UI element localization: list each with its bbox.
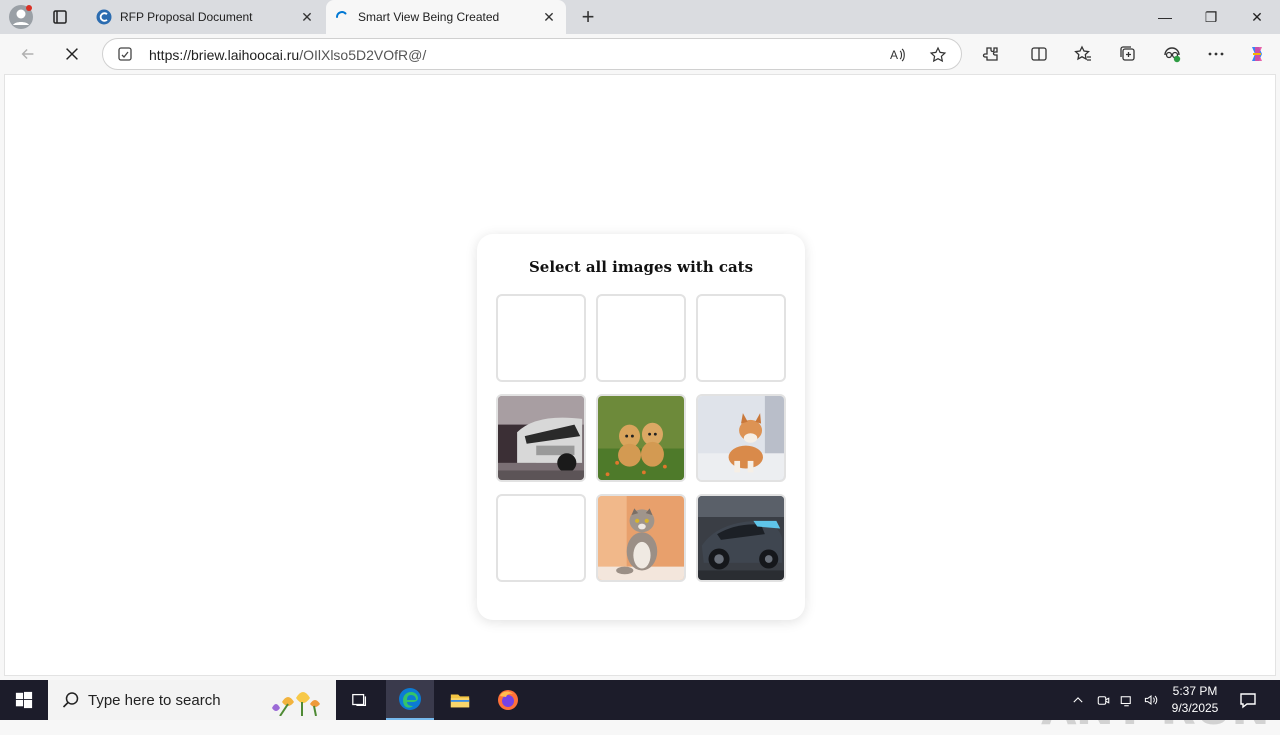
start-button[interactable] xyxy=(0,680,48,720)
puppies-image xyxy=(598,396,684,480)
tab-close-icon[interactable]: ✕ xyxy=(298,8,316,26)
firefox-icon xyxy=(498,690,518,710)
captcha-tile-shiba-dog[interactable] xyxy=(696,394,786,482)
clock-date: 9/3/2025 xyxy=(1171,701,1219,715)
task-view-icon xyxy=(352,693,367,707)
url-host: https://briew.laihoocai.ru xyxy=(149,47,300,63)
captcha-tile-blank[interactable] xyxy=(596,294,686,382)
extensions-icon[interactable] xyxy=(981,44,1001,64)
address-toolbar: https://briew.laihoocai.ru/OIlXlso5D2VOf… xyxy=(0,34,1280,74)
captcha-tile-blank[interactable] xyxy=(696,294,786,382)
captcha-title: Select all images with cats xyxy=(528,258,754,276)
taskbar-edge-app[interactable] xyxy=(386,680,434,720)
search-placeholder: Type here to search xyxy=(88,692,221,709)
shiba-dog-image xyxy=(698,396,784,480)
minimize-button[interactable]: — xyxy=(1142,0,1188,34)
collections-icon[interactable] xyxy=(1118,44,1138,64)
meet-now-icon[interactable] xyxy=(1093,690,1113,710)
stop-loading-button[interactable] xyxy=(58,40,86,68)
favorites-icon[interactable] xyxy=(1073,44,1093,64)
captcha-tile-blank[interactable] xyxy=(496,294,586,382)
notifications-icon[interactable] xyxy=(1238,690,1258,710)
taskbar-file-explorer[interactable] xyxy=(436,680,484,720)
captcha-tile-sports-car[interactable] xyxy=(696,494,786,582)
url-path: /OIlXlso5D2VOfR@/ xyxy=(299,47,427,63)
clock-time: 5:37 PM xyxy=(1172,684,1218,698)
copilot-icon[interactable] xyxy=(1247,44,1267,64)
tab-title: Smart View Being Created xyxy=(358,10,500,24)
url-text[interactable]: https://briew.laihoocai.ru/OIlXlso5D2VOf… xyxy=(149,47,426,63)
favorite-star-icon[interactable] xyxy=(929,46,947,64)
new-tab-button[interactable]: + xyxy=(576,4,600,30)
captcha-tile-blank[interactable] xyxy=(496,494,586,582)
captcha-card: Select all images with cats xyxy=(477,234,805,620)
tab-smart-view[interactable]: Smart View Being Created ✕ xyxy=(326,0,566,34)
read-aloud-icon[interactable]: A xyxy=(889,46,907,64)
folder-icon xyxy=(450,694,470,708)
captcha-tile-puppies[interactable] xyxy=(596,394,686,482)
site-info-icon[interactable] xyxy=(117,46,133,62)
network-icon[interactable] xyxy=(1116,690,1136,710)
taskbar-clock[interactable]: 5:37 PM 9/3/2025 xyxy=(1166,683,1224,717)
edge-c-icon xyxy=(96,9,112,25)
captcha-tile-cat[interactable] xyxy=(596,494,686,582)
cars-image xyxy=(498,396,584,480)
svg-text:A: A xyxy=(890,48,898,62)
search-highlight-flowers-icon xyxy=(260,684,330,717)
captcha-tile-cars[interactable] xyxy=(496,394,586,482)
search-icon xyxy=(62,691,80,709)
show-hidden-icons-chevron-icon[interactable] xyxy=(1068,690,1088,710)
edge-browser-icon xyxy=(399,688,421,710)
taskbar-firefox[interactable] xyxy=(484,680,532,720)
cat-image xyxy=(598,496,684,580)
tab-strip: RFP Proposal Document ✕ Smart View Being… xyxy=(0,0,1280,34)
browser-essentials-icon[interactable] xyxy=(1162,44,1182,64)
tab-actions-icon[interactable] xyxy=(46,4,74,30)
more-options-icon[interactable] xyxy=(1206,44,1226,64)
restore-button[interactable]: ❐ xyxy=(1188,0,1234,34)
sports-car-image xyxy=(698,496,784,580)
back-button[interactable] xyxy=(14,40,42,68)
windows-taskbar: Type here to search 5:37 PM 9/3/2025 xyxy=(0,680,1280,720)
page-viewport: Select all images with cats xyxy=(4,74,1276,735)
task-view-button[interactable] xyxy=(336,680,384,720)
volume-icon[interactable] xyxy=(1141,690,1161,710)
windows-logo-icon xyxy=(15,691,33,709)
address-bar[interactable]: https://briew.laihoocai.ru/OIlXlso5D2VOf… xyxy=(102,38,962,70)
close-window-button[interactable]: ✕ xyxy=(1234,0,1280,34)
loading-spinner-icon xyxy=(334,9,350,25)
tab-title: RFP Proposal Document xyxy=(120,10,253,24)
tab-close-icon[interactable]: ✕ xyxy=(540,8,558,26)
taskbar-search-box[interactable]: Type here to search xyxy=(48,680,336,720)
profile-avatar-icon[interactable] xyxy=(8,4,34,30)
tab-rfp-proposal[interactable]: RFP Proposal Document ✕ xyxy=(88,0,324,34)
split-screen-icon[interactable] xyxy=(1029,44,1049,64)
